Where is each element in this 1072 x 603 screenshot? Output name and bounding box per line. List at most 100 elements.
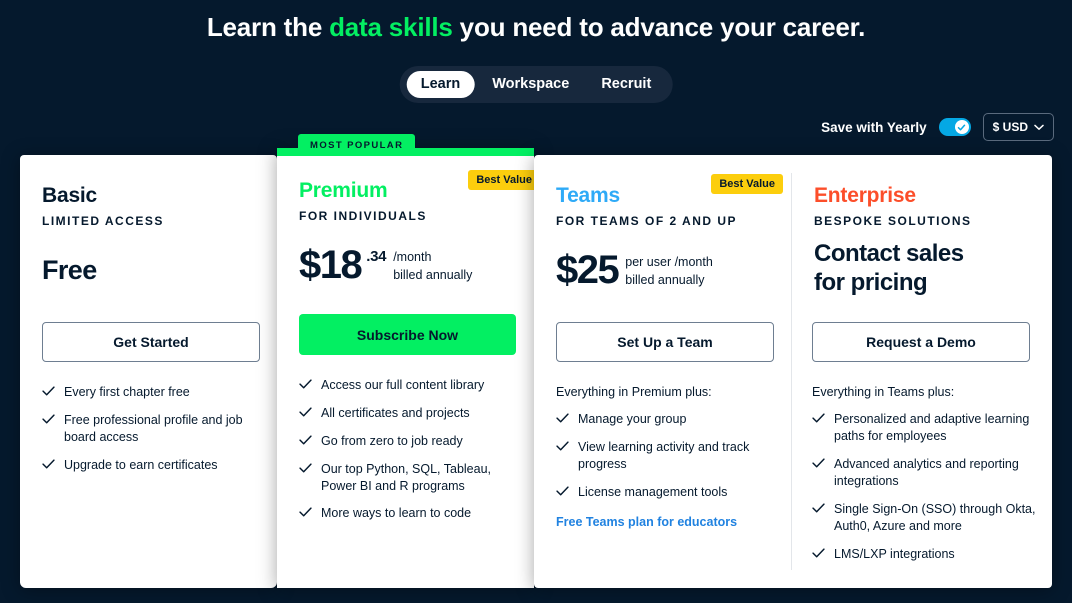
most-popular-badge: MOST POPULAR: [298, 134, 416, 156]
check-icon: [42, 414, 55, 424]
premium-feature-list: Access our full content library All cert…: [299, 377, 521, 522]
premium-header: Premium FOR INDIVIDUALS $18 .34 /month b…: [299, 179, 516, 287]
feature-text: More ways to learn to code: [321, 506, 472, 521]
plan-card-basic: Basic LIMITED ACCESS Free Get Started Ev…: [20, 155, 277, 588]
check-icon: [42, 386, 55, 396]
chevron-down-icon: [1034, 124, 1044, 130]
page-title: Learn the data skills you need to advanc…: [0, 12, 1072, 43]
teams-price-main: $25: [556, 248, 620, 292]
list-item: Free professional profile and job board …: [42, 412, 264, 446]
list-item: More ways to learn to code: [299, 505, 521, 522]
basic-feature-list: Every first chapter free Free profession…: [42, 384, 264, 474]
check-icon: [812, 547, 825, 557]
check-icon: [299, 462, 312, 473]
list-item: LMS/LXP integrations: [812, 546, 1040, 563]
pricing-page: Learn the data skills you need to advanc…: [0, 0, 1072, 603]
basic-plan-subtitle: LIMITED ACCESS: [42, 214, 164, 228]
check-icon: [556, 413, 569, 423]
teams-price: $25 per user /month billed annually: [556, 248, 773, 292]
teams-plan-subtitle: FOR TEAMS OF 2 AND UP: [556, 214, 738, 228]
premium-price-cents: .34: [366, 248, 387, 265]
subscribe-now-button[interactable]: Subscribe Now: [299, 314, 516, 355]
feature-text: Upgrade to earn certificates: [64, 457, 218, 472]
plan-category-tabs: Learn Workspace Recruit: [399, 66, 673, 103]
premium-billing-note: billed annually: [393, 268, 473, 283]
list-item: Access our full content library: [299, 377, 521, 394]
premium-plan-subtitle: FOR INDIVIDUALS: [299, 209, 427, 223]
enterprise-contact-line2: for pricing: [814, 268, 928, 296]
enterprise-price: Contact sales for pricing: [814, 240, 1034, 298]
enterprise-plan-name: Enterprise: [814, 184, 916, 207]
check-icon: [812, 458, 825, 468]
headline-after: you need to advance your career.: [452, 12, 866, 42]
basic-price: Free: [42, 255, 97, 285]
check-icon: [42, 458, 55, 469]
enterprise-contact-line1: Contact sales: [814, 240, 964, 267]
feature-text: All certificates and projects: [321, 405, 470, 420]
basic-plan-name: Basic: [42, 184, 98, 207]
teams-billing-note: billed annually: [625, 273, 705, 288]
feature-text: Our top Python, SQL, Tableau, Power BI a…: [321, 461, 492, 493]
enterprise-plan-subtitle: BESPOKE SOLUTIONS: [814, 214, 972, 228]
premium-plan-name: Premium: [299, 179, 388, 202]
list-item: Single Sign-On (SSO) through Okta, Auth0…: [812, 501, 1040, 535]
basic-header: Basic LIMITED ACCESS Free: [42, 184, 259, 286]
check-icon: [299, 379, 312, 389]
get-started-button[interactable]: Get Started: [42, 322, 260, 362]
check-icon: [556, 486, 569, 496]
feature-text: Personalized and adaptive learning paths…: [834, 412, 1030, 444]
teams-feature-list: Everything in Premium plus: Manage your …: [556, 384, 778, 529]
enterprise-header: Enterprise BESPOKE SOLUTIONS Contact sal…: [814, 184, 1034, 298]
feature-text: License management tools: [578, 484, 728, 499]
tab-workspace[interactable]: Workspace: [478, 71, 583, 98]
feature-text: Manage your group: [578, 412, 687, 427]
check-icon: [957, 124, 966, 130]
list-item: Go from zero to job ready: [299, 433, 521, 450]
premium-price-period: /month: [393, 250, 432, 264]
check-icon: [556, 441, 569, 451]
yearly-toggle-label: Save with Yearly: [821, 119, 927, 135]
feature-text: Single Sign-On (SSO) through Okta, Auth0…: [834, 501, 1036, 533]
tab-recruit[interactable]: Recruit: [587, 71, 665, 98]
premium-price-meta: /month billed annually: [393, 248, 472, 284]
teams-price-period: per user /month: [625, 255, 713, 269]
feature-text: LMS/LXP integrations: [834, 546, 955, 561]
feature-text: Free professional profile and job board …: [64, 412, 243, 444]
list-item: Personalized and adaptive learning paths…: [812, 411, 1040, 445]
check-icon: [299, 407, 312, 417]
plan-card-enterprise: Enterprise BESPOKE SOLUTIONS Contact sal…: [792, 155, 1052, 588]
feature-text: Go from zero to job ready: [321, 433, 463, 448]
toggle-knob: [954, 120, 969, 134]
list-item: Advanced analytics and reporting integra…: [812, 456, 1040, 490]
list-item: View learning activity and track progres…: [556, 439, 778, 473]
feature-text: Advanced analytics and reporting integra…: [834, 457, 1019, 488]
list-item: License management tools: [556, 484, 778, 501]
headline-before: Learn the: [206, 12, 330, 42]
list-item: All certificates and projects: [299, 405, 521, 422]
plan-card-group-right: Best Value Teams FOR TEAMS OF 2 AND UP $…: [534, 155, 1052, 588]
yearly-toggle[interactable]: [938, 118, 971, 136]
check-icon: [812, 503, 825, 513]
tab-learn[interactable]: Learn: [406, 71, 475, 98]
list-item: Upgrade to earn certificates: [42, 457, 264, 474]
teams-price-meta: per user /month billed annually: [625, 253, 713, 289]
list-item: Our top Python, SQL, Tableau, Power BI a…: [299, 461, 521, 495]
teams-plan-name: Teams: [556, 184, 620, 207]
currency-selector[interactable]: $ USD: [982, 113, 1054, 141]
feature-text: Every first chapter free: [64, 385, 190, 399]
enterprise-features-intro: Everything in Teams plus:: [812, 385, 955, 399]
feature-text: Access our full content library: [321, 378, 485, 392]
check-icon: [299, 507, 312, 517]
free-teams-educators-link[interactable]: Free Teams plan for educators: [556, 515, 778, 529]
check-icon: [299, 435, 312, 445]
request-a-demo-button[interactable]: Request a Demo: [812, 322, 1030, 362]
plan-card-teams: Best Value Teams FOR TEAMS OF 2 AND UP $…: [534, 155, 791, 588]
enterprise-feature-list: Everything in Teams plus: Personalized a…: [812, 384, 1040, 562]
plan-card-premium: MOST POPULAR Best Value Premium FOR INDI…: [277, 134, 540, 588]
premium-price-main: $18: [299, 243, 363, 287]
headline-highlight: data skills: [329, 12, 453, 42]
premium-price: $18 .34 /month billed annually: [299, 243, 516, 287]
set-up-a-team-button[interactable]: Set Up a Team: [556, 322, 774, 362]
teams-header: Teams FOR TEAMS OF 2 AND UP $25 per user…: [556, 184, 773, 292]
feature-text: View learning activity and track progres…: [578, 440, 750, 471]
